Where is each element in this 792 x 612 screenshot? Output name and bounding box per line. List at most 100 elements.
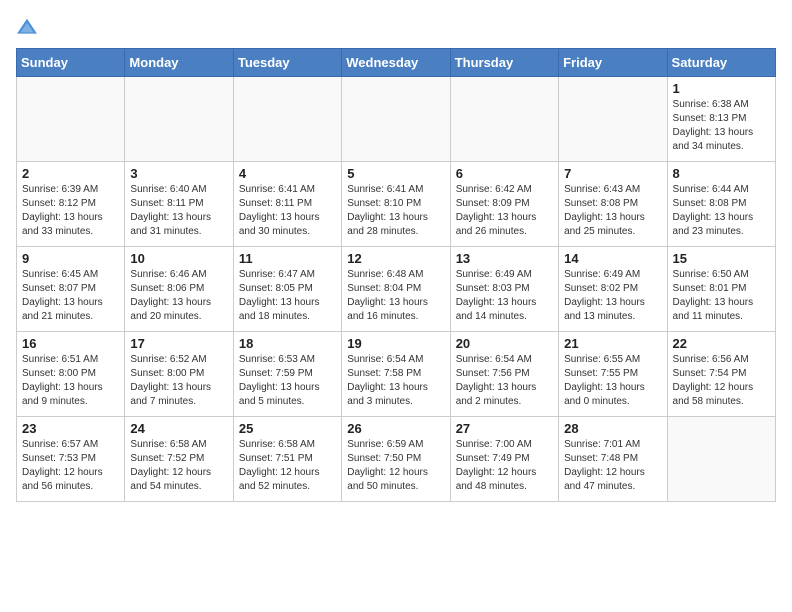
calendar-header-row: SundayMondayTuesdayWednesdayThursdayFrid… xyxy=(17,49,776,77)
day-info: Sunrise: 6:40 AM Sunset: 8:11 PM Dayligh… xyxy=(130,183,227,239)
day-number: 9 xyxy=(22,251,119,266)
calendar-cell: 21 Sunrise: 6:55 AM Sunset: 7:55 PM Dayli… xyxy=(559,332,667,417)
calendar-header-sunday: Sunday xyxy=(17,49,125,77)
day-info: Sunrise: 6:38 AM Sunset: 8:13 PM Dayligh… xyxy=(673,98,770,154)
day-info: Sunrise: 6:54 AM Sunset: 7:58 PM Dayligh… xyxy=(347,353,444,409)
day-info: Sunrise: 6:53 AM Sunset: 7:59 PM Dayligh… xyxy=(239,353,336,409)
day-info: Sunrise: 7:01 AM Sunset: 7:48 PM Dayligh… xyxy=(564,438,661,494)
day-info: Sunrise: 6:50 AM Sunset: 8:01 PM Dayligh… xyxy=(673,268,770,324)
day-number: 12 xyxy=(347,251,444,266)
day-number: 25 xyxy=(239,421,336,436)
day-number: 13 xyxy=(456,251,553,266)
day-info: Sunrise: 6:52 AM Sunset: 8:00 PM Dayligh… xyxy=(130,353,227,409)
day-number: 19 xyxy=(347,336,444,351)
calendar-header-thursday: Thursday xyxy=(450,49,558,77)
day-info: Sunrise: 6:42 AM Sunset: 8:09 PM Dayligh… xyxy=(456,183,553,239)
calendar-cell: 24 Sunrise: 6:58 AM Sunset: 7:52 PM Dayli… xyxy=(125,417,233,502)
day-info: Sunrise: 6:54 AM Sunset: 7:56 PM Dayligh… xyxy=(456,353,553,409)
calendar-cell: 22 Sunrise: 6:56 AM Sunset: 7:54 PM Dayli… xyxy=(667,332,775,417)
day-number: 5 xyxy=(347,166,444,181)
day-number: 6 xyxy=(456,166,553,181)
calendar-cell xyxy=(667,417,775,502)
day-info: Sunrise: 6:41 AM Sunset: 8:11 PM Dayligh… xyxy=(239,183,336,239)
day-info: Sunrise: 6:43 AM Sunset: 8:08 PM Dayligh… xyxy=(564,183,661,239)
day-number: 3 xyxy=(130,166,227,181)
calendar-cell: 23 Sunrise: 6:57 AM Sunset: 7:53 PM Dayli… xyxy=(17,417,125,502)
calendar-cell: 15 Sunrise: 6:50 AM Sunset: 8:01 PM Dayli… xyxy=(667,247,775,332)
day-number: 10 xyxy=(130,251,227,266)
day-number: 14 xyxy=(564,251,661,266)
calendar-cell: 1Sunrise: 6:38 AM Sunset: 8:13 PM Daylig… xyxy=(667,77,775,162)
day-info: Sunrise: 6:49 AM Sunset: 8:02 PM Dayligh… xyxy=(564,268,661,324)
day-number: 21 xyxy=(564,336,661,351)
calendar-cell: 28 Sunrise: 7:01 AM Sunset: 7:48 PM Dayli… xyxy=(559,417,667,502)
calendar-cell xyxy=(125,77,233,162)
calendar-cell xyxy=(342,77,450,162)
day-info: Sunrise: 6:51 AM Sunset: 8:00 PM Dayligh… xyxy=(22,353,119,409)
calendar-cell: 17 Sunrise: 6:52 AM Sunset: 8:00 PM Dayli… xyxy=(125,332,233,417)
day-number: 7 xyxy=(564,166,661,181)
calendar-cell xyxy=(450,77,558,162)
day-number: 20 xyxy=(456,336,553,351)
calendar-cell: 11 Sunrise: 6:47 AM Sunset: 8:05 PM Dayli… xyxy=(233,247,341,332)
calendar-cell: 13 Sunrise: 6:49 AM Sunset: 8:03 PM Dayli… xyxy=(450,247,558,332)
calendar-cell: 25Sunrise: 6:58 AM Sunset: 7:51 PM Dayli… xyxy=(233,417,341,502)
calendar-cell: 8 Sunrise: 6:44 AM Sunset: 8:08 PM Daylig… xyxy=(667,162,775,247)
calendar-cell: 7 Sunrise: 6:43 AM Sunset: 8:08 PM Daylig… xyxy=(559,162,667,247)
calendar-cell: 27 Sunrise: 7:00 AM Sunset: 7:49 PM Dayli… xyxy=(450,417,558,502)
day-info: Sunrise: 6:57 AM Sunset: 7:53 PM Dayligh… xyxy=(22,438,119,494)
calendar-cell: 5 Sunrise: 6:41 AM Sunset: 8:10 PM Daylig… xyxy=(342,162,450,247)
calendar-cell xyxy=(559,77,667,162)
calendar-header-wednesday: Wednesday xyxy=(342,49,450,77)
day-number: 8 xyxy=(673,166,770,181)
day-number: 26 xyxy=(347,421,444,436)
calendar-cell: 16 Sunrise: 6:51 AM Sunset: 8:00 PM Dayli… xyxy=(17,332,125,417)
day-info: Sunrise: 6:41 AM Sunset: 8:10 PM Dayligh… xyxy=(347,183,444,239)
calendar-header-friday: Friday xyxy=(559,49,667,77)
day-info: Sunrise: 6:48 AM Sunset: 8:04 PM Dayligh… xyxy=(347,268,444,324)
page-header xyxy=(16,16,776,38)
day-info: Sunrise: 6:58 AM Sunset: 7:52 PM Dayligh… xyxy=(130,438,227,494)
calendar-cell xyxy=(17,77,125,162)
day-number: 15 xyxy=(673,251,770,266)
calendar-cell: 9Sunrise: 6:45 AM Sunset: 8:07 PM Daylig… xyxy=(17,247,125,332)
day-number: 23 xyxy=(22,421,119,436)
calendar-header-tuesday: Tuesday xyxy=(233,49,341,77)
day-number: 18 xyxy=(239,336,336,351)
day-info: Sunrise: 6:56 AM Sunset: 7:54 PM Dayligh… xyxy=(673,353,770,409)
calendar-header-saturday: Saturday xyxy=(667,49,775,77)
day-info: Sunrise: 6:44 AM Sunset: 8:08 PM Dayligh… xyxy=(673,183,770,239)
calendar-cell: 20 Sunrise: 6:54 AM Sunset: 7:56 PM Dayli… xyxy=(450,332,558,417)
day-number: 17 xyxy=(130,336,227,351)
calendar-cell: 2 Sunrise: 6:39 AM Sunset: 8:12 PM Daylig… xyxy=(17,162,125,247)
calendar-cell: 19 Sunrise: 6:54 AM Sunset: 7:58 PM Dayli… xyxy=(342,332,450,417)
day-number: 16 xyxy=(22,336,119,351)
day-info: Sunrise: 6:59 AM Sunset: 7:50 PM Dayligh… xyxy=(347,438,444,494)
calendar-cell: 26 Sunrise: 6:59 AM Sunset: 7:50 PM Dayli… xyxy=(342,417,450,502)
day-number: 27 xyxy=(456,421,553,436)
day-number: 28 xyxy=(564,421,661,436)
day-info: Sunrise: 6:46 AM Sunset: 8:06 PM Dayligh… xyxy=(130,268,227,324)
day-number: 2 xyxy=(22,166,119,181)
day-number: 22 xyxy=(673,336,770,351)
day-info: Sunrise: 7:00 AM Sunset: 7:49 PM Dayligh… xyxy=(456,438,553,494)
calendar-cell: 3 Sunrise: 6:40 AM Sunset: 8:11 PM Daylig… xyxy=(125,162,233,247)
calendar-table: SundayMondayTuesdayWednesdayThursdayFrid… xyxy=(16,48,776,502)
calendar-week-row: 16 Sunrise: 6:51 AM Sunset: 8:00 PM Dayli… xyxy=(17,332,776,417)
day-info: Sunrise: 6:49 AM Sunset: 8:03 PM Dayligh… xyxy=(456,268,553,324)
calendar-week-row: 1Sunrise: 6:38 AM Sunset: 8:13 PM Daylig… xyxy=(17,77,776,162)
calendar-week-row: 9Sunrise: 6:45 AM Sunset: 8:07 PM Daylig… xyxy=(17,247,776,332)
logo-icon xyxy=(16,16,38,38)
day-number: 11 xyxy=(239,251,336,266)
calendar-cell: 6 Sunrise: 6:42 AM Sunset: 8:09 PM Daylig… xyxy=(450,162,558,247)
logo xyxy=(16,16,42,38)
day-number: 4 xyxy=(239,166,336,181)
calendar-cell: 14 Sunrise: 6:49 AM Sunset: 8:02 PM Dayli… xyxy=(559,247,667,332)
calendar-cell: 4 Sunrise: 6:41 AM Sunset: 8:11 PM Daylig… xyxy=(233,162,341,247)
calendar-cell: 12 Sunrise: 6:48 AM Sunset: 8:04 PM Dayli… xyxy=(342,247,450,332)
day-info: Sunrise: 6:39 AM Sunset: 8:12 PM Dayligh… xyxy=(22,183,119,239)
day-info: Sunrise: 6:47 AM Sunset: 8:05 PM Dayligh… xyxy=(239,268,336,324)
day-number: 24 xyxy=(130,421,227,436)
day-info: Sunrise: 6:55 AM Sunset: 7:55 PM Dayligh… xyxy=(564,353,661,409)
calendar-cell: 10 Sunrise: 6:46 AM Sunset: 8:06 PM Dayli… xyxy=(125,247,233,332)
